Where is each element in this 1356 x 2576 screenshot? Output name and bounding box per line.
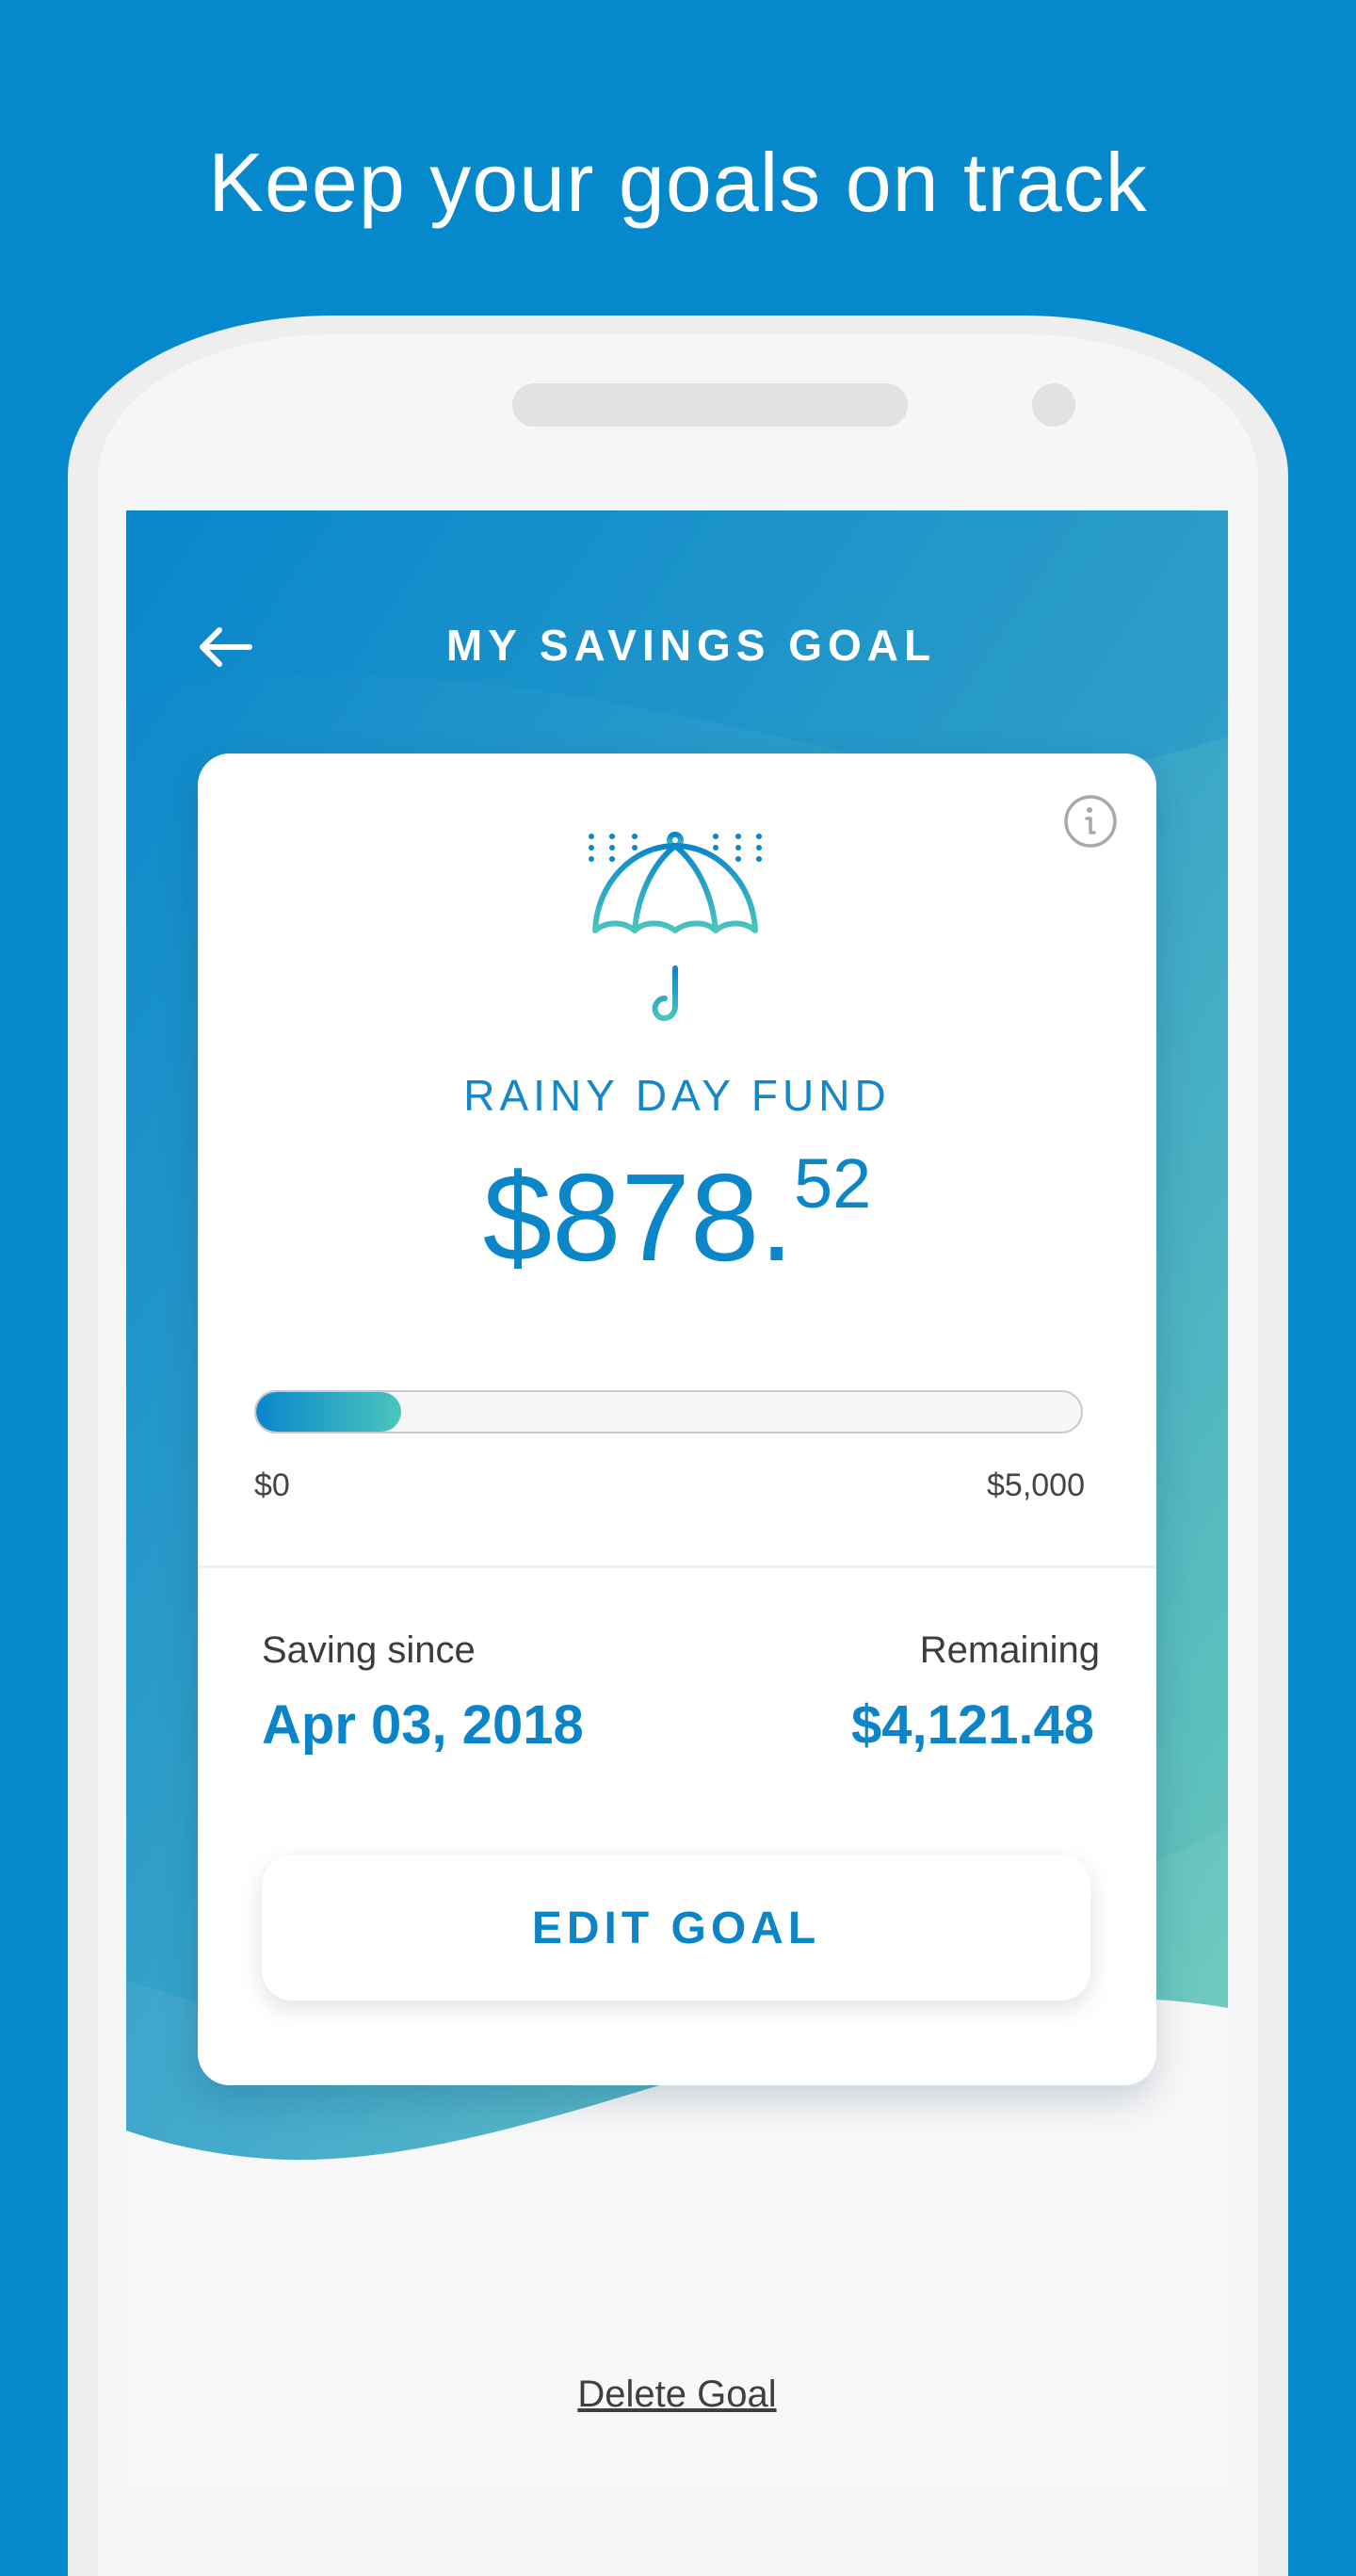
progress-max-label: $5,000: [987, 1467, 1085, 1503]
umbrella-rain-icon: [589, 832, 762, 1022]
amount-dollars: $878.: [482, 1148, 794, 1287]
remaining-label: Remaining: [919, 1629, 1100, 1671]
phone-camera: [1032, 383, 1075, 427]
edit-goal-button[interactable]: EDIT GOAL: [262, 1855, 1090, 2001]
goal-name: RAINY DAY FUND: [463, 1071, 891, 1120]
progress-bar: [254, 1390, 1083, 1434]
amount-cents: 52: [794, 1144, 872, 1223]
saving-since-date: Apr 03, 2018: [262, 1694, 584, 1756]
progress-fill: [256, 1392, 401, 1432]
goal-amount: $878.52: [198, 1149, 1156, 1280]
info-icon: [1064, 795, 1117, 848]
card-divider: [198, 1565, 1156, 1568]
top-nav-bar: MY SAVINGS GOAL: [126, 510, 1228, 784]
progress-min-label: $0: [254, 1467, 290, 1503]
savings-goal-card: RAINY DAY FUND $878.52 $0 $5,000 Saving …: [198, 753, 1156, 2085]
phone-speaker: [512, 383, 908, 427]
delete-goal-link[interactable]: Delete Goal: [126, 2373, 1228, 2416]
info-button[interactable]: [1062, 793, 1119, 850]
remaining-amount: $4,121.48: [850, 1694, 1094, 1756]
saving-since-label: Saving since: [262, 1629, 476, 1671]
page-title: MY SAVINGS GOAL: [445, 621, 937, 670]
promo-title: Keep your goals on track: [208, 136, 1148, 229]
app-screen: MY SAVINGS GOAL RAINY DAY FUND $878.52 $…: [126, 510, 1228, 2488]
